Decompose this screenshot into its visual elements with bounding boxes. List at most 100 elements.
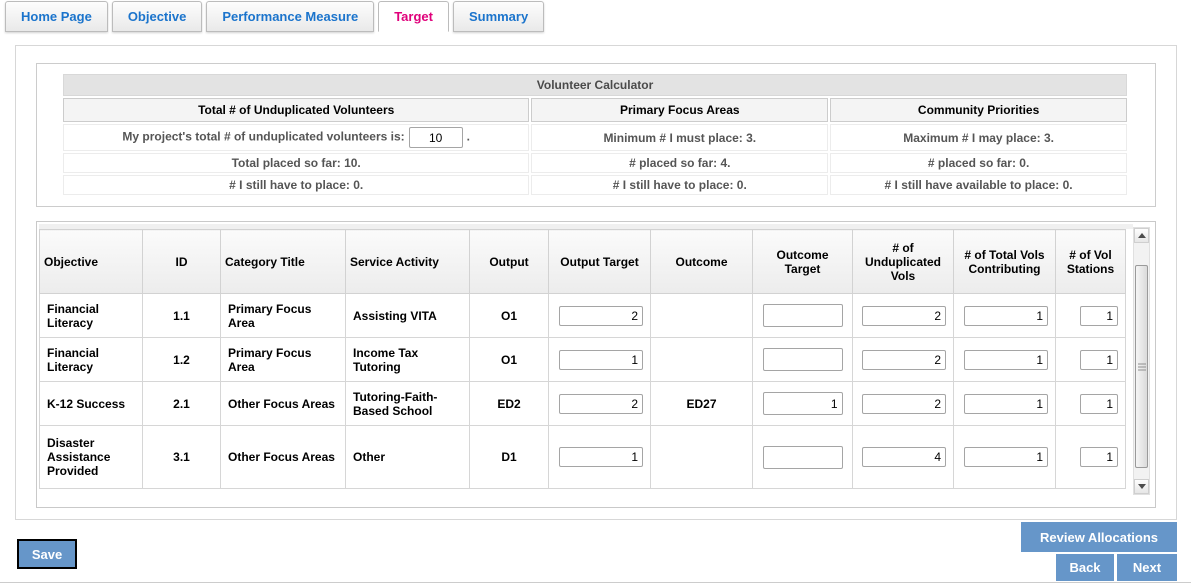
vol-stations-input[interactable] bbox=[1080, 306, 1118, 326]
vertical-scrollbar[interactable] bbox=[1133, 227, 1150, 495]
service-cell: Assisting VITA bbox=[346, 294, 470, 338]
col-header-outcome: Outcome bbox=[651, 230, 753, 294]
calc-total-volunteers-cell: My project's total # of unduplicated vol… bbox=[63, 124, 529, 151]
col-header-category-title: Category Title bbox=[221, 230, 346, 294]
output-target-input[interactable] bbox=[559, 447, 643, 467]
outcome-target-input[interactable] bbox=[763, 348, 843, 371]
back-button[interactable]: Back bbox=[1056, 554, 1114, 581]
scroll-up-icon bbox=[1138, 233, 1146, 238]
calc-header-community-priorities: Community Priorities bbox=[830, 98, 1127, 122]
total-vols-contributing-input[interactable] bbox=[964, 394, 1048, 414]
bottom-divider bbox=[0, 582, 1191, 583]
table-row: Financial Literacy 1.1 Primary Focus Are… bbox=[40, 294, 1126, 338]
output-target-input[interactable] bbox=[559, 350, 643, 370]
id-cell: 1.1 bbox=[143, 294, 221, 338]
table-row: Disaster Assistance Provided 3.1 Other F… bbox=[40, 426, 1126, 489]
col-header-id: ID bbox=[143, 230, 221, 294]
volunteer-calculator-table: Volunteer Calculator Total # of Unduplic… bbox=[61, 72, 1129, 197]
tab-summary[interactable]: Summary bbox=[453, 1, 544, 32]
category-cell: Other Focus Areas bbox=[221, 382, 346, 426]
category-cell: Primary Focus Area bbox=[221, 338, 346, 382]
id-cell: 1.2 bbox=[143, 338, 221, 382]
community-placed-cell: # placed so far: 0. bbox=[830, 153, 1127, 173]
objective-cell: Financial Literacy bbox=[40, 338, 143, 382]
objective-cell: Financial Literacy bbox=[40, 294, 143, 338]
unduplicated-vols-input[interactable] bbox=[862, 394, 946, 414]
objective-cell: Disaster Assistance Provided bbox=[40, 426, 143, 489]
total-placed-cell: Total placed so far: 10. bbox=[63, 153, 529, 173]
tab-target[interactable]: Target bbox=[378, 1, 449, 32]
outcome-target-input[interactable] bbox=[763, 446, 843, 469]
footer-actions: Save Review Allocations Back Next bbox=[0, 520, 1191, 586]
scroll-down-icon bbox=[1138, 484, 1146, 489]
scroll-down-button[interactable] bbox=[1134, 479, 1149, 494]
table-row: K-12 Success 2.1 Other Focus Areas Tutor… bbox=[40, 382, 1126, 426]
outcome-cell bbox=[651, 294, 753, 338]
community-maximum-cell: Maximum # I may place: 3. bbox=[830, 124, 1127, 151]
grid-top-strip bbox=[39, 224, 1133, 229]
col-header-output-target: Output Target bbox=[549, 230, 651, 294]
output-cell: O1 bbox=[470, 294, 549, 338]
save-button[interactable]: Save bbox=[17, 539, 77, 569]
unduplicated-vols-input[interactable] bbox=[862, 350, 946, 370]
col-header-service-activity: Service Activity bbox=[346, 230, 470, 294]
col-header-objective: Objective bbox=[40, 230, 143, 294]
total-volunteers-suffix: . bbox=[467, 130, 470, 144]
total-vols-contributing-input[interactable] bbox=[964, 447, 1048, 467]
output-target-input[interactable] bbox=[559, 306, 643, 326]
total-volunteers-input[interactable] bbox=[409, 127, 463, 148]
service-cell: Income Tax Tutoring bbox=[346, 338, 470, 382]
primary-remaining-cell: # I still have to place: 0. bbox=[531, 175, 828, 195]
id-cell: 2.1 bbox=[143, 382, 221, 426]
vol-stations-input[interactable] bbox=[1080, 447, 1118, 467]
output-target-input[interactable] bbox=[559, 394, 643, 414]
vol-stations-input[interactable] bbox=[1080, 394, 1118, 414]
outcome-cell bbox=[651, 426, 753, 489]
col-header-unduplicated-vols: # of Unduplicated Vols bbox=[853, 230, 954, 294]
tab-home-page[interactable]: Home Page bbox=[5, 1, 108, 32]
targets-table: Objective ID Category Title Service Acti… bbox=[39, 229, 1126, 489]
target-page-panel: Volunteer Calculator Total # of Unduplic… bbox=[15, 45, 1177, 520]
next-button[interactable]: Next bbox=[1117, 554, 1177, 581]
table-row: Financial Literacy 1.2 Primary Focus Are… bbox=[40, 338, 1126, 382]
tab-performance-measure[interactable]: Performance Measure bbox=[206, 1, 374, 32]
col-header-vol-stations: # of Vol Stations bbox=[1056, 230, 1126, 294]
service-cell: Tutoring-Faith-Based School bbox=[346, 382, 470, 426]
targets-grid-container: Objective ID Category Title Service Acti… bbox=[36, 221, 1156, 508]
total-vols-contributing-input[interactable] bbox=[964, 350, 1048, 370]
col-header-outcome-target: Outcome Target bbox=[753, 230, 853, 294]
review-allocations-button[interactable]: Review Allocations bbox=[1021, 522, 1177, 552]
calc-header-primary-focus: Primary Focus Areas bbox=[531, 98, 828, 122]
vol-stations-input[interactable] bbox=[1080, 350, 1118, 370]
col-header-output: Output bbox=[470, 230, 549, 294]
outcome-cell bbox=[651, 338, 753, 382]
scrollbar-thumb[interactable] bbox=[1135, 265, 1148, 468]
scroll-up-button[interactable] bbox=[1134, 228, 1149, 243]
category-cell: Primary Focus Area bbox=[221, 294, 346, 338]
unduplicated-vols-input[interactable] bbox=[862, 447, 946, 467]
total-remaining-cell: # I still have to place: 0. bbox=[63, 175, 529, 195]
scrollbar-grip-icon bbox=[1138, 363, 1146, 370]
calculator-title: Volunteer Calculator bbox=[63, 74, 1127, 96]
objective-cell: K-12 Success bbox=[40, 382, 143, 426]
unduplicated-vols-input[interactable] bbox=[862, 306, 946, 326]
total-vols-contributing-input[interactable] bbox=[964, 306, 1048, 326]
volunteer-calculator-box: Volunteer Calculator Total # of Unduplic… bbox=[36, 63, 1156, 207]
category-cell: Other Focus Areas bbox=[221, 426, 346, 489]
id-cell: 3.1 bbox=[143, 426, 221, 489]
total-volunteers-label: My project's total # of unduplicated vol… bbox=[122, 130, 404, 144]
calc-header-unduplicated: Total # of Unduplicated Volunteers bbox=[63, 98, 529, 122]
col-header-total-vols-contributing: # of Total Vols Contributing bbox=[954, 230, 1056, 294]
primary-placed-cell: # placed so far: 4. bbox=[531, 153, 828, 173]
community-remaining-cell: # I still have available to place: 0. bbox=[830, 175, 1127, 195]
output-cell: D1 bbox=[470, 426, 549, 489]
outcome-cell: ED27 bbox=[651, 382, 753, 426]
outcome-target-input[interactable] bbox=[763, 392, 843, 415]
service-cell: Other bbox=[346, 426, 470, 489]
table-header-row: Objective ID Category Title Service Acti… bbox=[40, 230, 1126, 294]
tab-objective[interactable]: Objective bbox=[112, 1, 203, 32]
output-cell: ED2 bbox=[470, 382, 549, 426]
output-cell: O1 bbox=[470, 338, 549, 382]
tab-bar: Home Page Objective Performance Measure … bbox=[0, 0, 1191, 32]
outcome-target-input[interactable] bbox=[763, 304, 843, 327]
